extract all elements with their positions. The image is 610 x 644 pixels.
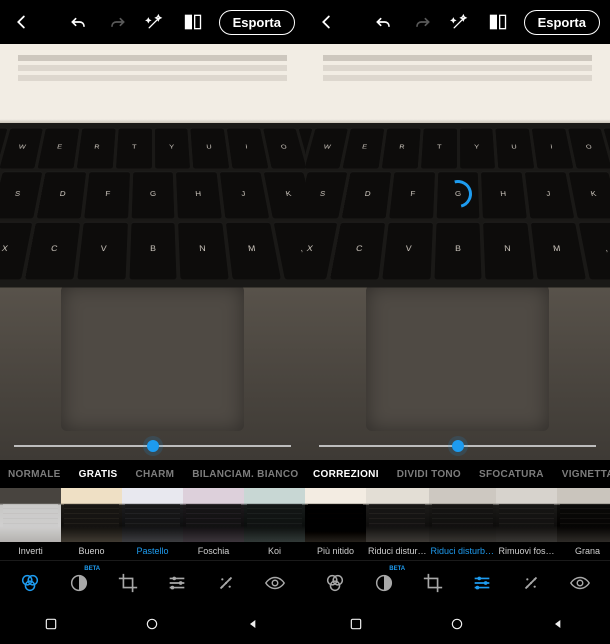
category-tab[interactable]: GRATIS	[79, 469, 118, 480]
preset-label: Rimuovi fos…	[496, 542, 557, 560]
export-button[interactable]: Esporta	[219, 10, 295, 35]
preset-label: Koi	[244, 542, 305, 560]
redo-icon	[105, 10, 129, 34]
preset-label: Foschia	[183, 542, 244, 560]
compare-icon[interactable]	[486, 10, 510, 34]
category-tab[interactable]: VIGNETTATURA	[562, 469, 610, 480]
preset-label: Inverti	[0, 542, 61, 560]
nav-recent-icon[interactable]	[346, 614, 366, 634]
preset-label: Grana	[557, 542, 610, 560]
android-navbar	[305, 604, 610, 644]
topbar: Esporta	[0, 0, 305, 44]
android-navbar	[0, 604, 305, 644]
preset-label: Riduci distur…	[366, 542, 429, 560]
preset-thumb[interactable]: Inverti	[0, 488, 61, 560]
back-icon[interactable]	[10, 10, 34, 34]
category-tab[interactable]: CHARM	[136, 469, 175, 480]
sliders-tool-icon[interactable]	[469, 570, 495, 596]
nav-recent-icon[interactable]	[41, 614, 61, 634]
category-tab[interactable]: NORMALE	[8, 469, 61, 480]
preset-thumb[interactable]: Riduci distur…	[366, 488, 429, 560]
nav-back-icon[interactable]	[244, 614, 264, 634]
back-icon[interactable]	[315, 10, 339, 34]
redo-icon	[410, 10, 434, 34]
preset-thumb[interactable]: Foschia	[183, 488, 244, 560]
category-tabs: NORMALEGRATISCHARMBILANCIAM. BIANCOBIA	[0, 460, 305, 488]
preset-thumbnails: InvertiBuenoPastelloFoschiaKoi	[0, 488, 305, 560]
category-tabs: CORREZIONI DIVIDI TONO SFOCATURA VIGNETTATU…	[305, 460, 610, 488]
intensity-slider[interactable]	[14, 436, 291, 456]
preset-thumb[interactable]: Grana	[557, 488, 610, 560]
category-tab[interactable]: SFOCATURA	[479, 469, 544, 480]
preset-thumb[interactable]: Rimuovi fos…	[496, 488, 557, 560]
topbar: Esporta	[305, 0, 610, 44]
category-tab[interactable]: BILANCIAM. BIANCO	[192, 469, 298, 480]
bottom-toolbar: BETA	[305, 560, 610, 604]
nav-home-icon[interactable]	[142, 614, 162, 634]
slider-thumb[interactable]	[147, 440, 159, 452]
category-tab[interactable]: DIVIDI TONO	[397, 469, 461, 480]
export-button[interactable]: Esporta	[524, 10, 600, 35]
adjust-tool-icon[interactable]: BETA	[371, 570, 397, 596]
slider-thumb[interactable]	[452, 440, 464, 452]
nav-home-icon[interactable]	[447, 614, 467, 634]
sliders-tool-icon[interactable]	[164, 570, 190, 596]
image-canvas[interactable]: QWERTYUIOPASDFGHJKLZXCVBNM,.	[0, 44, 305, 460]
looks-tool-icon[interactable]	[322, 570, 348, 596]
preset-label: Più nitido	[305, 542, 366, 560]
redeye-tool-icon[interactable]	[262, 570, 288, 596]
preset-thumb[interactable]: Pastello	[122, 488, 183, 560]
heal-tool-icon[interactable]	[518, 570, 544, 596]
preset-thumb[interactable]: Koi	[244, 488, 305, 560]
preset-thumb[interactable]: Più nitido	[305, 488, 366, 560]
auto-wand-icon[interactable]	[143, 10, 167, 34]
preset-label: Bueno	[61, 542, 122, 560]
preset-thumb[interactable]: Bueno	[61, 488, 122, 560]
crop-tool-icon[interactable]	[115, 570, 141, 596]
redeye-tool-icon[interactable]	[567, 570, 593, 596]
looks-tool-icon[interactable]	[17, 570, 43, 596]
nav-back-icon[interactable]	[549, 614, 569, 634]
auto-wand-icon[interactable]	[448, 10, 472, 34]
undo-icon[interactable]	[372, 10, 396, 34]
bottom-toolbar: BETA	[0, 560, 305, 604]
preset-label: Pastello	[122, 542, 183, 560]
compare-icon[interactable]	[181, 10, 205, 34]
adjust-tool-icon[interactable]: BETA	[66, 570, 92, 596]
undo-icon[interactable]	[67, 10, 91, 34]
preset-thumb[interactable]: Riduci disturb…	[429, 488, 497, 560]
preset-thumbnails: Più nitidoRiduci distur…Riduci disturb…R…	[305, 488, 610, 560]
heal-tool-icon[interactable]	[213, 570, 239, 596]
intensity-slider[interactable]	[319, 436, 596, 456]
editor-pane-right: Esporta QWERTYUIOPASDFGHJKLZXCVBNM,. COR…	[305, 0, 610, 644]
editor-pane-left: Esporta QWERTYUIOPASDFGHJKLZXCVBNM,. NOR…	[0, 0, 305, 644]
category-tab[interactable]: CORREZIONI	[313, 469, 379, 480]
preset-label: Riduci disturb…	[429, 542, 497, 560]
image-canvas[interactable]: QWERTYUIOPASDFGHJKLZXCVBNM,.	[305, 44, 610, 460]
crop-tool-icon[interactable]	[420, 570, 446, 596]
